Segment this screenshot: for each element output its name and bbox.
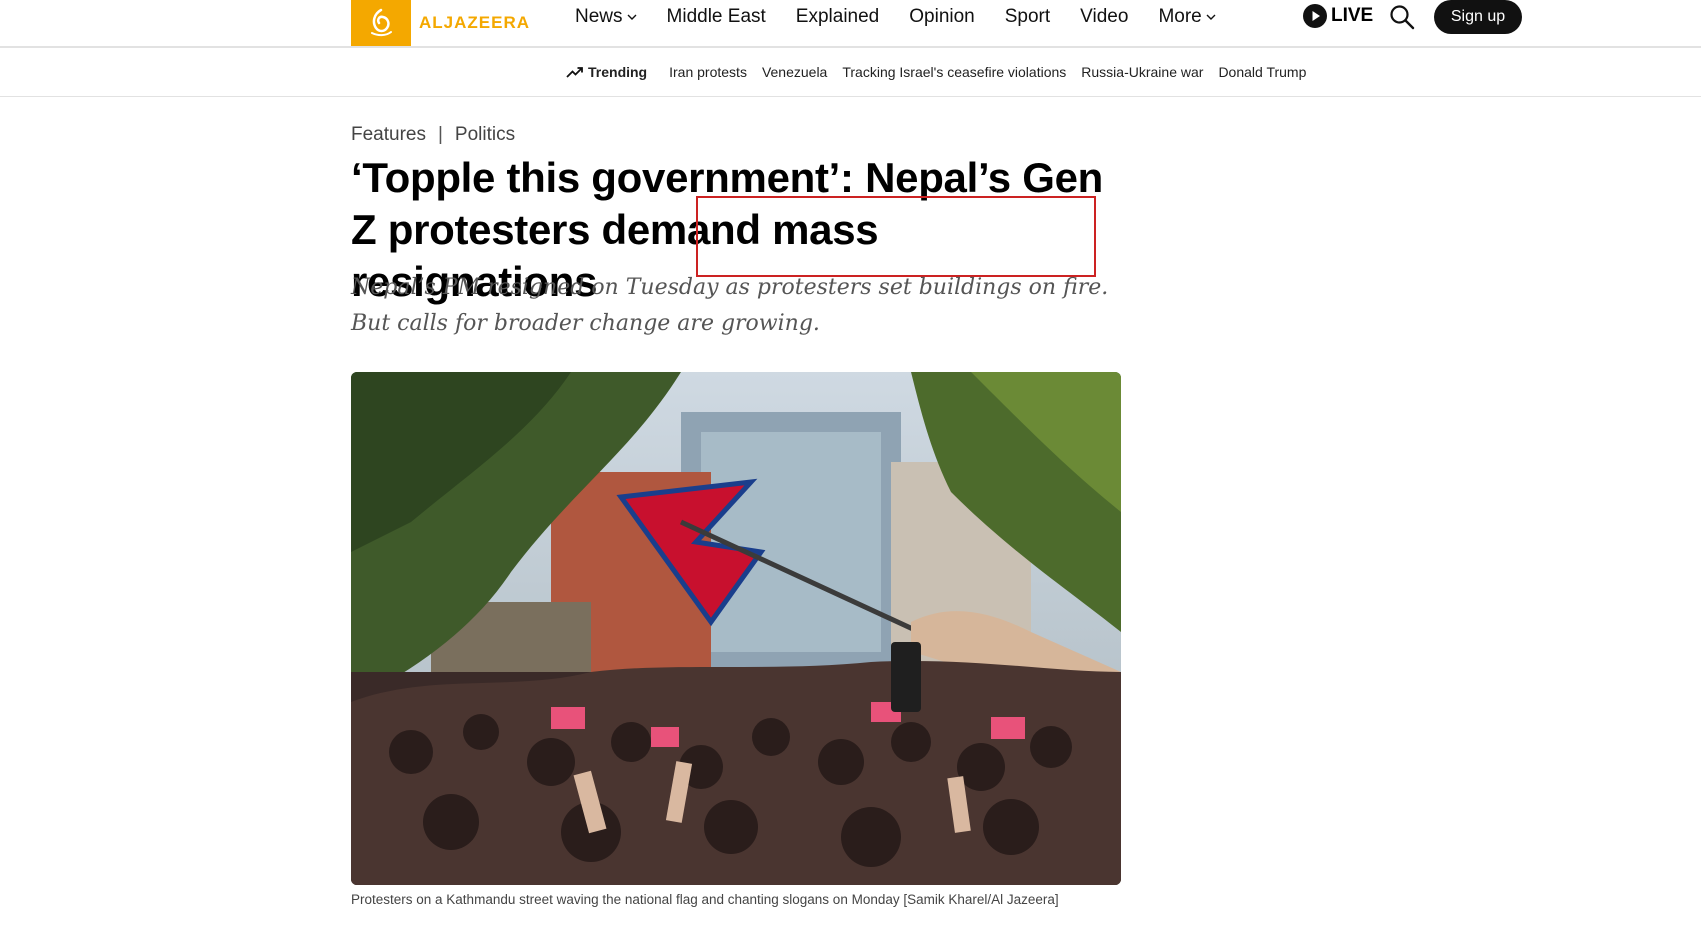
breadcrumb: Features | Politics bbox=[351, 124, 515, 146]
nav-opinion[interactable]: Opinion bbox=[909, 6, 975, 28]
live-label: LIVE bbox=[1331, 5, 1374, 26]
breadcrumb-features[interactable]: Features bbox=[351, 124, 426, 146]
article-standfirst: Nepal’s PM resigned on Tuesday as protes… bbox=[351, 275, 1109, 336]
aljazeera-logo-icon bbox=[351, 0, 411, 46]
nav-video[interactable]: Video bbox=[1080, 6, 1128, 28]
breadcrumb-politics[interactable]: Politics bbox=[455, 124, 515, 146]
nav-middle-east[interactable]: Middle East bbox=[667, 6, 766, 28]
nav-more[interactable]: More bbox=[1158, 6, 1216, 28]
site-logo[interactable]: ALJAZEERA bbox=[351, 0, 531, 46]
nav-opinion-label: Opinion bbox=[909, 6, 975, 27]
nav-news[interactable]: News bbox=[575, 6, 637, 28]
trending-bar: Trending Iran protests Venezuela Trackin… bbox=[0, 48, 1701, 97]
trending-label: Trending bbox=[566, 64, 647, 80]
site-header: ALJAZEERA News Middle East Explained Opi… bbox=[0, 0, 1701, 48]
logo-wordmark: ALJAZEERA bbox=[419, 13, 531, 32]
protest-photo bbox=[351, 372, 1121, 885]
trending-up-icon bbox=[566, 67, 583, 78]
live-button[interactable]: LIVE bbox=[1303, 4, 1373, 28]
trending-link-israel-ceasefire[interactable]: Tracking Israel's ceasefire violations bbox=[842, 64, 1066, 80]
image-caption: Protesters on a Kathmandu street waving … bbox=[351, 892, 1059, 907]
trending-list: Trending Iran protests Venezuela Trackin… bbox=[566, 48, 1321, 96]
nav-explained-label: Explained bbox=[795, 6, 880, 27]
trending-link-iran[interactable]: Iran protests bbox=[669, 64, 747, 80]
chevron-down-icon bbox=[1206, 14, 1216, 20]
nav-video-label: Video bbox=[1080, 6, 1129, 27]
sign-up-button[interactable]: Sign up bbox=[1434, 0, 1522, 34]
play-icon bbox=[1303, 4, 1327, 28]
main-navigation: News Middle East Explained Opinion Sport… bbox=[575, 0, 1246, 34]
highlight-annotation-box bbox=[696, 196, 1096, 277]
nav-sport-label: Sport bbox=[1004, 6, 1051, 27]
nav-more-label: More bbox=[1158, 6, 1202, 27]
breadcrumb-separator: | bbox=[437, 124, 443, 145]
search-icon[interactable] bbox=[1389, 4, 1415, 30]
hero-image bbox=[351, 372, 1121, 885]
nav-explained[interactable]: Explained bbox=[796, 6, 879, 28]
nav-middle-east-label: Middle East bbox=[666, 6, 766, 27]
trending-link-donald-trump[interactable]: Donald Trump bbox=[1218, 64, 1306, 80]
trending-link-venezuela[interactable]: Venezuela bbox=[762, 64, 827, 80]
chevron-down-icon bbox=[627, 14, 637, 20]
nav-sport[interactable]: Sport bbox=[1005, 6, 1050, 28]
trending-link-russia-ukraine[interactable]: Russia-Ukraine war bbox=[1081, 64, 1203, 80]
trending-label-text: Trending bbox=[588, 64, 648, 80]
nav-news-label: News bbox=[575, 6, 623, 27]
